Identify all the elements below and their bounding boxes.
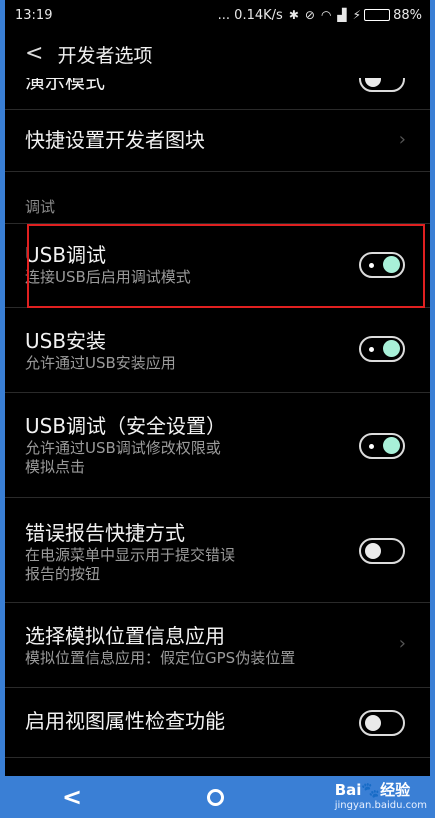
nav-bar: < Bai🐾经验 jingyan.baidu.com [0,776,435,818]
home-icon[interactable] [207,789,224,806]
view-attr-toggle[interactable] [359,710,405,736]
charging-icon: ⚡ [352,8,362,22]
wifi-icon: ◠ [320,8,332,22]
chevron-right-icon: › [398,633,406,654]
battery-percent: 88% [393,7,422,23]
row-usb-debug-secure[interactable]: USB调试（安全设置） 允许通过USB调试修改权限或 模拟点击 [5,393,430,498]
usb-debug-toggle[interactable] [359,252,405,278]
usb-install-toggle[interactable] [359,336,405,362]
row-usb-install[interactable]: USB安装 允许通过USB安装应用 [5,308,430,393]
row-title: 错误报告快捷方式 [25,521,185,545]
row-view-attr[interactable]: 启用视图属性检查功能 [5,688,430,758]
watermark-url: jingyan.baidu.com [334,800,427,811]
status-time: 13:19 [15,7,53,23]
back-icon[interactable]: < [25,43,43,65]
header: < 开发者选项 [5,30,430,78]
row-title: 快捷设置开发者图块 [25,128,205,152]
usb-debug-secure-toggle[interactable] [359,433,405,459]
row-demo-mode[interactable]: 演示模式 [5,78,430,110]
row-mock-location[interactable]: 选择模拟位置信息应用 模拟位置信息应用：假定位GPS伪装位置 › [5,603,430,688]
row-title: 选择模拟位置信息应用 [25,624,225,648]
battery: ⚡ 88% [353,8,422,23]
signal-icon: ▟ [337,8,347,22]
bug-report-toggle[interactable] [359,538,405,564]
row-title: USB调试（安全设置） [25,414,227,438]
row-subtitle: 在电源菜单中显示用于提交错误 [25,546,236,564]
page-title: 开发者选项 [57,44,153,67]
status-icons: ... 0.14K/s ✱ ⊘ ◠ ▟ ⚡ 88% [218,8,422,23]
section-label-debug: 调试 [5,172,430,224]
chevron-right-icon: › [398,129,406,150]
row-subtitle: 允许通过USB安装应用 [25,354,176,372]
net-speed: ... 0.14K/s [217,7,283,23]
watermark: Bai🐾经验 jingyan.baidu.com [335,779,427,811]
settings-list: 演示模式 快捷设置开发者图块 › 调试 USB调试 连接USB后启用调试模式 U… [5,78,430,758]
bluetooth-icon: ✱ [288,8,299,22]
row-quick-tiles[interactable]: 快捷设置开发者图块 › [5,110,430,172]
row-bug-report[interactable]: 错误报告快捷方式 在电源菜单中显示用于提交错误 报告的按钮 [5,498,430,603]
row-usb-debug[interactable]: USB调试 连接USB后启用调试模式 [5,224,430,308]
nav-back-icon[interactable]: < [62,783,82,811]
row-title: USB安装 [25,329,107,353]
row-title: 演示模式 [25,78,105,93]
demo-mode-toggle[interactable] [359,78,405,92]
row-title: 启用视图属性检查功能 [25,709,225,733]
row-subtitle: 模拟点击 [25,458,86,476]
phone-screen: 13:19 ... 0.14K/s ✱ ⊘ ◠ ▟ ⚡ 88% < 开发者选项 … [5,0,430,776]
row-subtitle: 报告的按钮 [25,565,101,583]
watermark-logo: Bai🐾经验 [334,781,411,799]
row-subtitle: 允许通过USB调试修改权限或 [25,439,221,457]
alarm-off-icon: ⊘ [304,8,315,22]
status-bar: 13:19 ... 0.14K/s ✱ ⊘ ◠ ▟ ⚡ 88% [5,0,430,30]
battery-icon [364,9,391,21]
row-subtitle: 模拟位置信息应用：假定位GPS伪装位置 [25,649,296,667]
